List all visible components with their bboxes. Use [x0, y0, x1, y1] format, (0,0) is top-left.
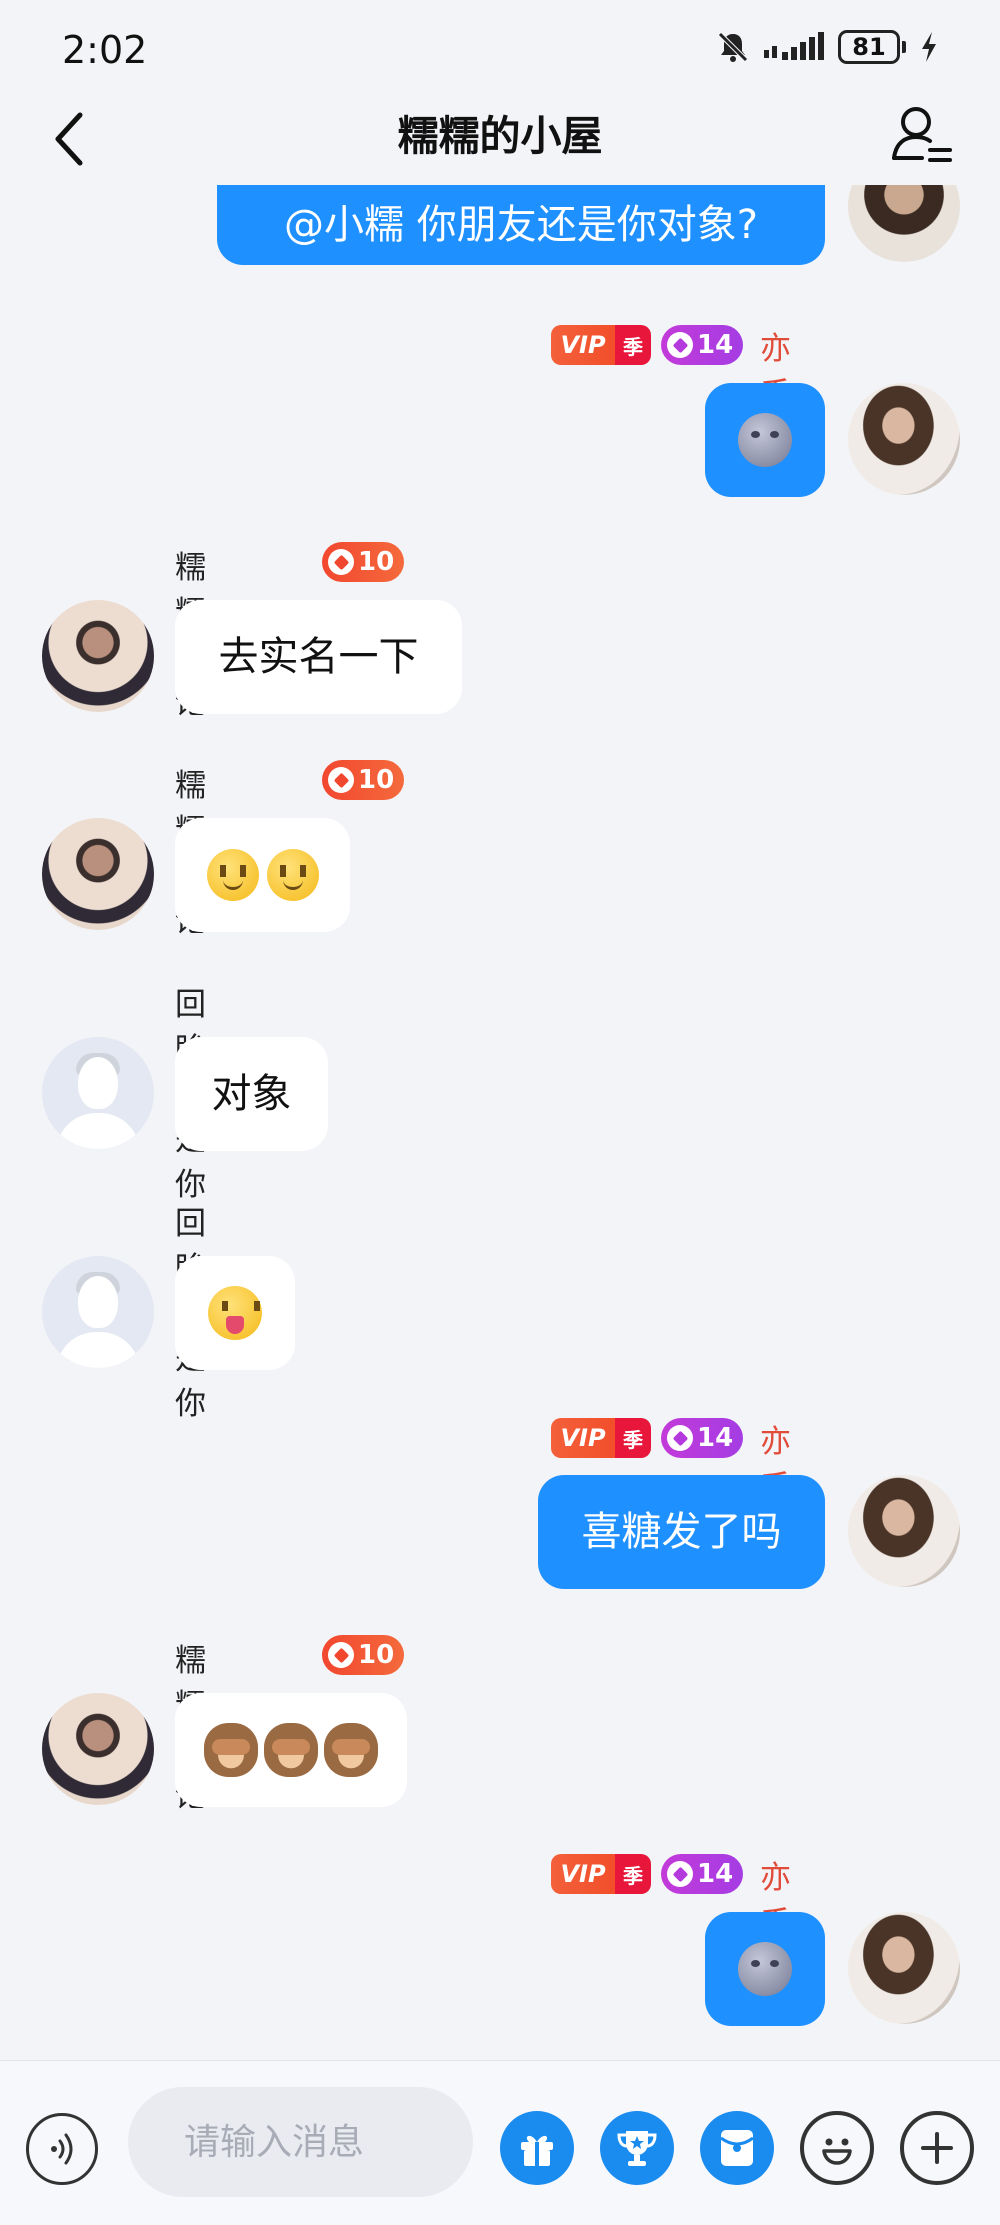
level-badge: 14	[661, 1854, 744, 1894]
status-time: 2:02	[62, 28, 148, 72]
message-bubble[interactable]	[705, 1912, 825, 2026]
avatar[interactable]	[848, 185, 960, 262]
see-no-evil-monkey-emoji-icon	[204, 1723, 258, 1777]
see-no-evil-monkey-emoji-icon	[324, 1723, 378, 1777]
voice-icon	[51, 2133, 73, 2165]
status-bar: 2:02 81	[0, 0, 1000, 100]
chat-header: 糯糯的小屋	[0, 100, 1000, 190]
avatar[interactable]	[848, 1475, 960, 1587]
message-bubble[interactable]: 喜糖发了吗	[538, 1475, 825, 1589]
level-badge: 14	[661, 325, 744, 365]
message-bubble[interactable]	[175, 1256, 295, 1370]
input-bar	[0, 2060, 1000, 2225]
avatar[interactable]	[42, 818, 154, 930]
voice-button[interactable]	[26, 2113, 98, 2185]
avatar[interactable]	[42, 1693, 154, 1805]
more-button[interactable]	[900, 2111, 974, 2185]
trophy-icon	[617, 2131, 657, 2166]
tongue-face-emoji-icon	[208, 1286, 262, 1340]
vip-badge: VIP 季	[551, 1418, 651, 1458]
level-badge: 10	[322, 760, 405, 800]
group-members-button[interactable]	[886, 100, 958, 172]
new-moon-face-emoji-icon	[738, 1942, 792, 1996]
smiling-face-emoji-icon	[206, 849, 259, 901]
vip-badge: VIP 季	[551, 325, 651, 365]
gift-button[interactable]	[500, 2111, 574, 2185]
avatar[interactable]	[42, 600, 154, 712]
battery-level: 81	[838, 30, 900, 64]
emoji-button[interactable]	[800, 2111, 874, 2185]
avatar[interactable]	[848, 383, 960, 495]
battery-indicator: 81	[838, 30, 906, 64]
red-packet-icon	[720, 2130, 754, 2166]
charging-icon	[922, 32, 936, 62]
see-no-evil-monkey-emoji-icon	[264, 1723, 318, 1777]
level-badge: 10	[322, 542, 405, 582]
signal-icon	[764, 32, 824, 60]
message-list[interactable]: @小糯 你朋友还是你对象? VIP 季 14 亦禾 糯糯饱饱 10 去实名一下 …	[0, 185, 1000, 2060]
message-input[interactable]	[128, 2087, 473, 2197]
mute-bell-icon	[718, 32, 748, 62]
avatar[interactable]	[42, 1037, 154, 1149]
message-bubble[interactable]: 去实名一下	[175, 600, 462, 714]
page-title: 糯糯的小屋	[397, 112, 603, 160]
avatar[interactable]	[848, 1912, 960, 2024]
smiling-face-emoji-icon	[266, 849, 319, 901]
message-bubble[interactable]: 对象	[175, 1037, 328, 1151]
emoji-icon	[822, 2138, 852, 2165]
status-icons: 81	[716, 30, 938, 64]
message-bubble[interactable]: @小糯 你朋友还是你对象?	[217, 185, 825, 265]
group-members-icon	[892, 107, 952, 162]
level-badge: 10	[322, 1635, 405, 1675]
message-bubble[interactable]	[175, 818, 350, 932]
avatar[interactable]	[42, 1256, 154, 1368]
message-bubble[interactable]	[175, 1693, 407, 1807]
gift-icon	[521, 2135, 553, 2166]
vip-badge: VIP 季	[551, 1854, 651, 1894]
red-packet-button[interactable]	[700, 2111, 774, 2185]
level-badge: 14	[661, 1418, 744, 1458]
new-moon-face-emoji-icon	[738, 413, 792, 467]
plus-icon	[921, 2132, 953, 2164]
trophy-button[interactable]	[600, 2111, 674, 2185]
message-bubble[interactable]	[705, 383, 825, 497]
